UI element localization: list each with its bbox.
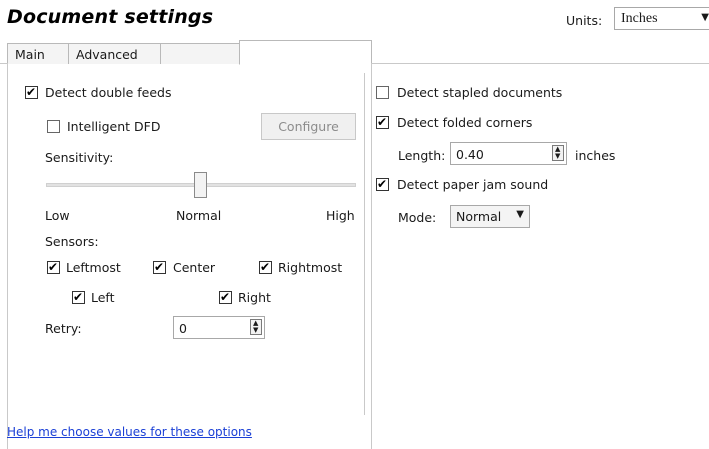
sensors-label: Sensors: [45, 234, 99, 249]
length-stepper[interactable]: 0.40 ▲ ▼ [450, 142, 567, 165]
sensor-center-label: Center [173, 260, 216, 275]
page-title: Document settings [7, 6, 214, 28]
sensor-left-checkbox[interactable] [72, 289, 85, 305]
retry-label: Retry: [45, 321, 82, 336]
mode-value: Normal [456, 209, 502, 224]
arrow-down-icon[interactable]: ▼ [555, 153, 560, 160]
arrow-down-icon[interactable]: ▼ [253, 327, 258, 334]
detect-double-feeds-checkbox[interactable] [25, 84, 38, 100]
configure-button[interactable]: Configure [261, 113, 356, 140]
sensor-left-label: Left [91, 290, 115, 305]
tab-active[interactable] [239, 40, 372, 65]
units-select[interactable]: Inches ▼ [614, 7, 709, 30]
retry-value: 0 [179, 321, 187, 336]
detect-folded-label: Detect folded corners [397, 115, 533, 130]
length-value: 0.40 [456, 147, 484, 162]
mode-dropdown[interactable]: Normal ▼ [450, 205, 530, 228]
sensor-leftmost-checkbox[interactable] [47, 259, 60, 275]
units-label: Units: [566, 13, 603, 28]
slider-low-label: Low [45, 208, 70, 223]
intelligent-dfd-checkbox[interactable] [47, 120, 60, 133]
length-unit-label: inches [575, 148, 616, 163]
sensor-right-checkbox[interactable] [219, 289, 232, 305]
slider-normal-label: Normal [176, 208, 222, 223]
chevron-down-icon: ▼ [701, 12, 709, 23]
detect-double-feeds-label: Detect double feeds [45, 85, 172, 100]
detect-folded-checkbox[interactable] [376, 114, 389, 130]
detect-stapled-checkbox[interactable] [376, 86, 389, 99]
tab-advanced-label: Advanced [76, 47, 138, 62]
length-spin-buttons[interactable]: ▲ ▼ [552, 145, 564, 161]
detect-jam-sound-label: Detect paper jam sound [397, 177, 549, 192]
detect-jam-sound-checkbox[interactable] [376, 176, 389, 192]
retry-stepper[interactable]: 0 ▲ ▼ [173, 316, 265, 339]
tab-main[interactable]: Main [7, 43, 69, 64]
units-value: Inches [621, 11, 658, 26]
help-link[interactable]: Help me choose values for these options [7, 425, 252, 439]
column-divider [364, 73, 365, 415]
retry-spin-buttons[interactable]: ▲ ▼ [250, 319, 262, 335]
tab-advanced[interactable]: Advanced [68, 43, 161, 64]
sensitivity-label: Sensitivity: [45, 150, 114, 165]
detect-stapled-label: Detect stapled documents [397, 85, 563, 100]
sensor-center-checkbox[interactable] [153, 259, 166, 275]
length-label: Length: [398, 148, 446, 163]
tab-3[interactable] [160, 43, 240, 64]
intelligent-dfd-label: Intelligent DFD [67, 119, 161, 134]
slider-high-label: High [326, 208, 355, 223]
sensitivity-slider-thumb[interactable] [194, 172, 207, 198]
sensor-right-label: Right [238, 290, 271, 305]
tab-main-label: Main [15, 47, 45, 62]
sensor-leftmost-label: Leftmost [66, 260, 121, 275]
sensor-rightmost-checkbox[interactable] [259, 259, 272, 275]
chevron-down-icon: ▼ [516, 209, 524, 220]
mode-label: Mode: [398, 210, 437, 225]
sensor-rightmost-label: Rightmost [278, 260, 343, 275]
